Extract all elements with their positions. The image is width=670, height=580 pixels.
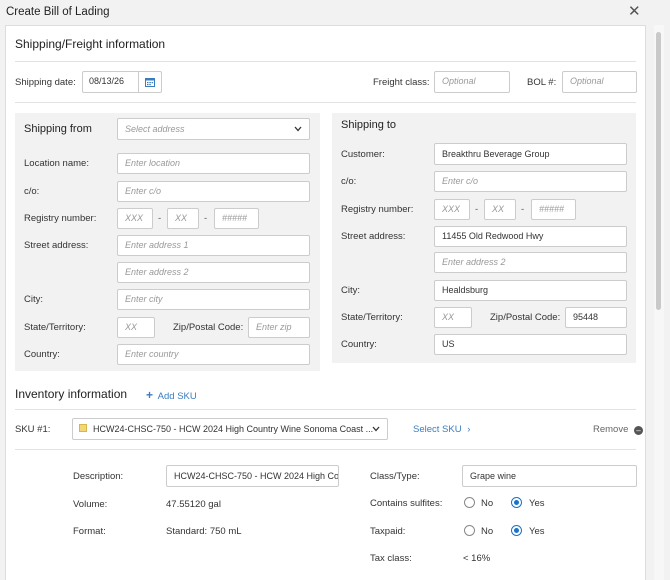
from-country-field[interactable]: Enter country <box>117 344 310 365</box>
sku-label: SKU #1: <box>15 424 51 435</box>
from-co-label: c/o: <box>24 186 40 197</box>
divider <box>15 409 636 410</box>
plus-icon: + <box>146 388 154 402</box>
description-field[interactable]: HCW24-CHSC-750 - HCW 2024 High Country W… <box>166 465 339 487</box>
shipping-from-title: Shipping from <box>24 123 92 135</box>
to-street-label: Street address: <box>341 231 406 242</box>
inventory-section-title: Inventory information <box>15 387 128 401</box>
select-sku-link[interactable]: Select SKU › <box>413 424 470 435</box>
sulfites-no-radio[interactable] <box>464 497 475 508</box>
from-location-label: Location name: <box>24 158 89 169</box>
sulfites-yes-label: Yes <box>529 498 545 509</box>
from-registry-label: Registry number: <box>24 213 97 224</box>
add-sku-button[interactable]: + Add SKU <box>146 388 197 402</box>
to-country-field[interactable]: US <box>434 334 627 355</box>
from-registry-part2[interactable]: XX <box>167 208 199 229</box>
class-type-label: Class/Type: <box>370 471 420 482</box>
description-label: Description: <box>73 471 124 482</box>
sku-select[interactable]: HCW24-CHSC-750 - HCW 2024 High Country W… <box>72 418 388 440</box>
to-street1-field[interactable]: 11455 Old Redwood Hwy <box>434 226 627 247</box>
registry-dash: - <box>521 204 525 215</box>
to-registry-part3[interactable]: ##### <box>531 199 576 220</box>
from-street-label: Street address: <box>24 240 89 251</box>
from-street1-field[interactable]: Enter address 1 <box>117 235 310 256</box>
bol-label: BOL #: <box>527 77 557 88</box>
taxpaid-yes-radio[interactable] <box>511 525 522 536</box>
from-zip-label: Zip/Postal Code: <box>173 322 244 333</box>
taxpaid-label: Taxpaid: <box>370 526 406 537</box>
from-zip-field[interactable]: Enter zip <box>248 317 310 338</box>
freight-class-label: Freight class: <box>373 77 430 88</box>
remove-label: Remove <box>593 424 629 435</box>
to-zip-field[interactable]: 95448 <box>565 307 627 328</box>
to-street2-field[interactable]: Enter address 2 <box>434 252 627 273</box>
from-state-field[interactable]: XX <box>117 317 155 338</box>
from-country-label: Country: <box>24 349 60 360</box>
close-icon[interactable]: ✕ <box>628 4 641 19</box>
to-customer-label: Customer: <box>341 149 385 160</box>
to-registry-label: Registry number: <box>341 204 414 215</box>
sulfites-no-label: No <box>481 498 494 509</box>
taxpaid-yes-label: Yes <box>529 526 545 537</box>
shipping-from-address-select[interactable]: Select address <box>117 118 310 140</box>
taxpaid-no-label: No <box>481 526 494 537</box>
from-co-field[interactable]: Enter c/o <box>117 181 310 202</box>
from-registry-part3[interactable]: ##### <box>214 208 259 229</box>
freight-class-field[interactable]: Optional <box>434 71 510 93</box>
taxpaid-no-radio[interactable] <box>464 525 475 536</box>
registry-dash: - <box>204 213 208 224</box>
to-city-field[interactable]: Healdsburg <box>434 280 627 301</box>
modal-header: Create Bill of Lading ✕ <box>0 0 670 25</box>
scrollbar-thumb[interactable] <box>656 32 661 310</box>
select-sku-label: Select SKU <box>413 424 462 435</box>
calendar-icon[interactable] <box>145 77 155 87</box>
to-co-label: c/o: <box>341 176 357 187</box>
shipping-section-title: Shipping/Freight information <box>15 37 166 51</box>
to-zip-label: Zip/Postal Code: <box>490 312 561 323</box>
chevron-down-icon <box>294 126 302 132</box>
to-state-label: State/Territory: <box>341 312 403 323</box>
to-co-field[interactable]: Enter c/o <box>434 171 627 192</box>
sku-color-swatch <box>79 424 87 432</box>
chevron-down-icon <box>372 426 380 432</box>
class-type-field[interactable]: Grape wine <box>462 465 637 487</box>
sulfites-label: Contains sulfites: <box>370 498 443 509</box>
remove-sku-button[interactable]: Remove – <box>593 424 644 435</box>
tax-class-value: < 16% <box>463 553 491 564</box>
from-location-field[interactable]: Enter location <box>117 153 310 174</box>
sulfites-yes-radio[interactable] <box>511 497 522 508</box>
format-label: Format: <box>73 526 106 537</box>
to-registry-part2[interactable]: XX <box>484 199 516 220</box>
to-registry-part1[interactable]: XXX <box>434 199 470 220</box>
from-city-field[interactable]: Enter city <box>117 289 310 310</box>
shipping-to-title: Shipping to <box>341 119 397 131</box>
from-street2-field[interactable]: Enter address 2 <box>117 262 310 283</box>
to-state-field[interactable]: XX <box>434 307 472 328</box>
format-value: Standard: 750 mL <box>166 526 242 537</box>
chevron-right-icon: › <box>467 424 471 435</box>
remove-circle-icon: – <box>634 426 644 435</box>
registry-dash: - <box>158 213 162 224</box>
tax-class-label: Tax class: <box>370 553 412 564</box>
volume-value: 47.55120 gal <box>166 499 221 510</box>
divider <box>15 449 636 450</box>
to-city-label: City: <box>341 285 360 296</box>
from-state-label: State/Territory: <box>24 322 86 333</box>
date-field-separator <box>138 72 139 92</box>
registry-dash: - <box>475 204 479 215</box>
divider <box>15 102 636 103</box>
shipping-date-label: Shipping date: <box>15 77 76 88</box>
to-customer-field[interactable]: Breakthru Beverage Group <box>434 143 627 165</box>
sku-select-value: HCW24-CHSC-750 - HCW 2024 High Country W… <box>93 424 374 434</box>
from-registry-part1[interactable]: XXX <box>117 208 153 229</box>
modal-title: Create Bill of Lading <box>6 6 110 18</box>
address-select-placeholder: Select address <box>125 124 185 134</box>
bol-field[interactable]: Optional <box>562 71 637 93</box>
add-sku-label: Add SKU <box>157 391 197 402</box>
divider <box>15 61 636 62</box>
from-city-label: City: <box>24 294 43 305</box>
volume-label: Volume: <box>73 499 108 510</box>
shipping-date-value: 08/13/26 <box>89 76 125 86</box>
to-country-label: Country: <box>341 339 377 350</box>
